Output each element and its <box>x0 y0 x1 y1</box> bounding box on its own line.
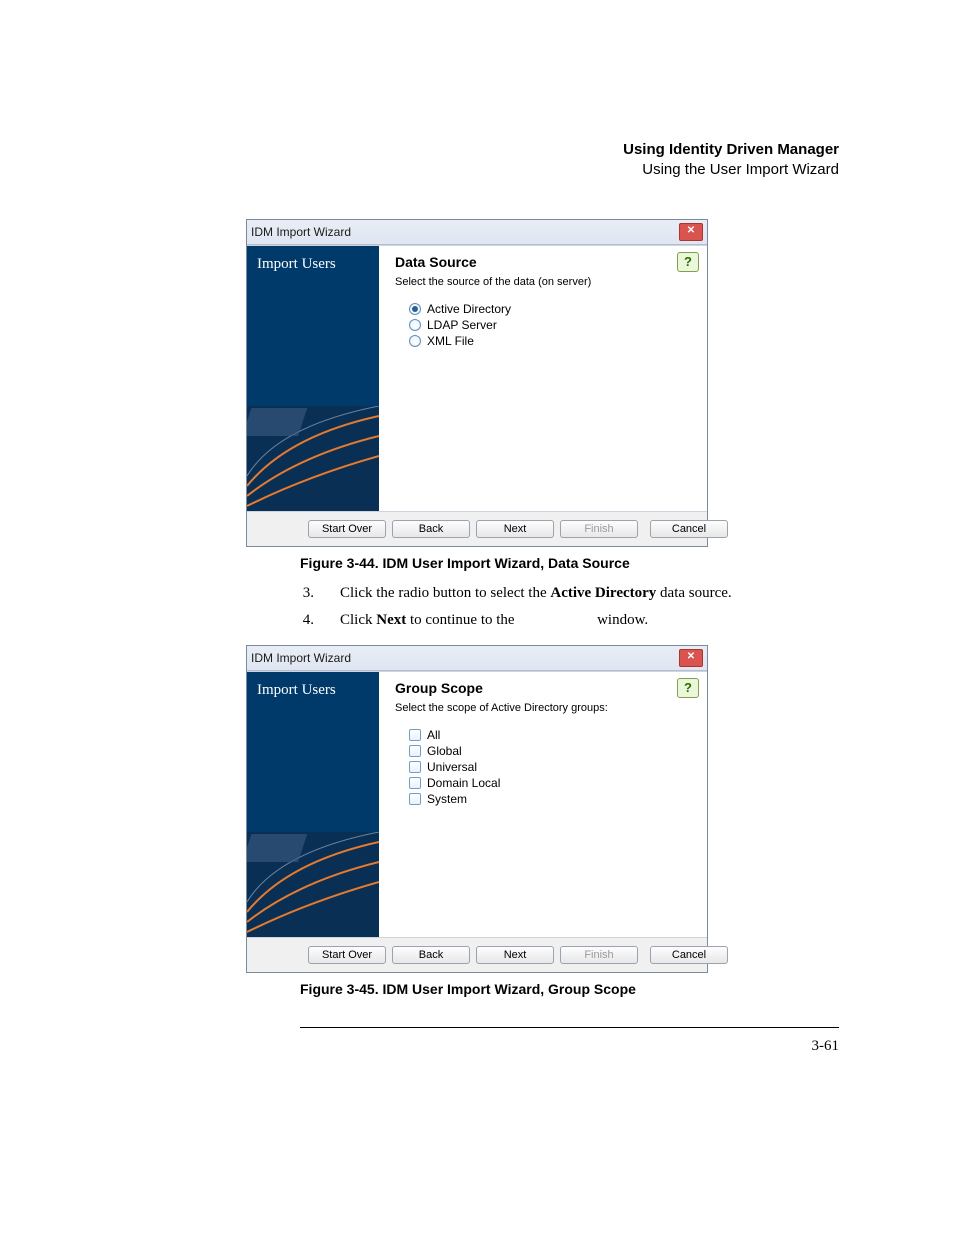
finish-button: Finish <box>560 520 638 538</box>
step-text: data source. <box>656 585 731 601</box>
radio-icon <box>409 303 421 315</box>
wizard-data-source: IDM Import Wizard ✕ Import Users <box>246 219 708 547</box>
radio-active-directory[interactable]: Active Directory <box>409 302 697 316</box>
checkbox-label: System <box>427 792 467 806</box>
step-4: 4. Click Next to continue to the window. <box>300 612 839 629</box>
checkbox-icon <box>409 777 421 789</box>
checkbox-global[interactable]: Global <box>409 744 697 758</box>
step-3: 3. Click the radio button to select the … <box>300 585 839 602</box>
header-subtitle: Using the User Import Wizard <box>115 160 839 180</box>
checkbox-icon <box>409 745 421 757</box>
checkbox-icon <box>409 761 421 773</box>
step-number: 3. <box>300 585 314 602</box>
sidebar-decorative-image <box>247 406 379 511</box>
sidebar-title: Import Users <box>247 672 379 699</box>
content-title: Data Source <box>395 254 697 270</box>
footer-divider <box>300 1027 839 1028</box>
sidebar-decorative-image <box>247 832 379 937</box>
content-title: Group Scope <box>395 680 697 696</box>
content-subtitle: Select the scope of Active Directory gro… <box>395 702 697 714</box>
page-number: 3-61 <box>115 1038 839 1055</box>
checkbox-system[interactable]: System <box>409 792 697 806</box>
start-over-button[interactable]: Start Over <box>308 946 386 964</box>
checkbox-label: Universal <box>427 760 477 774</box>
checkbox-label: Global <box>427 744 462 758</box>
close-icon[interactable]: ✕ <box>679 649 703 667</box>
checkbox-all[interactable]: All <box>409 728 697 742</box>
cancel-button[interactable]: Cancel <box>650 520 728 538</box>
header-title: Using Identity Driven Manager <box>115 140 839 160</box>
start-over-button[interactable]: Start Over <box>308 520 386 538</box>
next-button[interactable]: Next <box>476 946 554 964</box>
instruction-steps: 3. Click the radio button to select the … <box>115 585 839 629</box>
radio-label: LDAP Server <box>427 318 497 332</box>
wizard-button-bar: Start Over Back Next Finish Cancel <box>247 512 707 546</box>
window-title: IDM Import Wizard <box>251 651 351 665</box>
step-text-bold: Active Directory <box>550 585 656 601</box>
checkbox-label: All <box>427 728 440 742</box>
radio-icon <box>409 319 421 331</box>
figure-caption-1: Figure 3-44. IDM User Import Wizard, Dat… <box>115 555 839 571</box>
radio-ldap-server[interactable]: LDAP Server <box>409 318 697 332</box>
help-icon[interactable]: ? <box>677 252 699 272</box>
checkbox-label: Domain Local <box>427 776 500 790</box>
radio-xml-file[interactable]: XML File <box>409 334 697 348</box>
wizard-sidebar: Import Users <box>247 246 379 511</box>
step-number: 4. <box>300 612 314 629</box>
step-text-bold: Next <box>376 612 406 628</box>
radio-icon <box>409 335 421 347</box>
window-titlebar: IDM Import Wizard ✕ <box>247 646 707 671</box>
wizard-button-bar: Start Over Back Next Finish Cancel <box>247 938 707 972</box>
radio-label: Active Directory <box>427 302 511 316</box>
wizard-group-scope: IDM Import Wizard ✕ Import Users <box>246 645 708 973</box>
figure-caption-2: Figure 3-45. IDM User Import Wizard, Gro… <box>115 981 839 997</box>
help-icon[interactable]: ? <box>677 678 699 698</box>
next-button[interactable]: Next <box>476 520 554 538</box>
step-text: window. <box>593 612 648 628</box>
cancel-button[interactable]: Cancel <box>650 946 728 964</box>
step-text: Click the radio button to select the <box>340 585 550 601</box>
checkbox-universal[interactable]: Universal <box>409 760 697 774</box>
back-button[interactable]: Back <box>392 946 470 964</box>
window-titlebar: IDM Import Wizard ✕ <box>247 220 707 245</box>
page-header: Using Identity Driven Manager Using the … <box>115 140 839 179</box>
checkbox-domain-local[interactable]: Domain Local <box>409 776 697 790</box>
window-title: IDM Import Wizard <box>251 225 351 239</box>
content-subtitle: Select the source of the data (on server… <box>395 276 697 288</box>
finish-button: Finish <box>560 946 638 964</box>
sidebar-title: Import Users <box>247 246 379 273</box>
step-text: Click <box>340 612 376 628</box>
checkbox-icon <box>409 729 421 741</box>
close-icon[interactable]: ✕ <box>679 223 703 241</box>
radio-label: XML File <box>427 334 474 348</box>
step-text: to continue to the <box>406 612 518 628</box>
wizard-sidebar: Import Users <box>247 672 379 937</box>
checkbox-icon <box>409 793 421 805</box>
back-button[interactable]: Back <box>392 520 470 538</box>
